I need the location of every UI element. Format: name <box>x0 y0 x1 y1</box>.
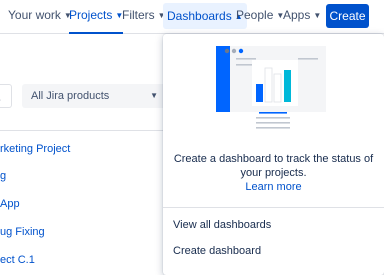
nav-filters-label: Filters <box>122 8 155 22</box>
product-select-value: All Jira products <box>31 90 110 102</box>
nav-apps[interactable]: Apps ▼ <box>283 0 321 33</box>
top-navigation: Your work ▼ Projects ▼ Filters ▼ Dashboards… <box>0 0 384 34</box>
chevron-down-icon: ▼ <box>313 11 322 20</box>
dashboard-illustration-icon <box>216 46 326 129</box>
search-icon <box>0 99 1 101</box>
product-select[interactable]: All Jira products ▼ <box>22 84 166 108</box>
nav-your-work-label: Your work <box>8 8 61 22</box>
project-link[interactable]: rketing Project <box>0 143 70 155</box>
menu-divider <box>163 207 384 208</box>
divider <box>0 130 170 131</box>
create-dashboard-item[interactable]: Create dashboard <box>163 238 384 264</box>
chevron-down-icon: ▼ <box>150 91 158 100</box>
dashboard-illustration <box>216 46 326 142</box>
project-link[interactable]: ect C.1 <box>0 254 35 266</box>
nav-projects[interactable]: Projects ▼ <box>69 0 124 34</box>
view-all-dashboards-item[interactable]: View all dashboards <box>163 212 384 238</box>
nav-people[interactable]: People ▼ <box>236 0 284 33</box>
empty-state-text: Create a dashboard to track the status o… <box>171 152 376 194</box>
nav-filters[interactable]: Filters ▼ <box>122 0 166 33</box>
nav-dashboards-label: Dashboards <box>167 9 232 23</box>
project-link[interactable]: App <box>0 198 20 210</box>
learn-more-link[interactable]: Learn more <box>171 180 376 194</box>
nav-apps-label: Apps <box>283 8 311 22</box>
project-link[interactable]: ug Fixing <box>0 226 45 238</box>
project-link[interactable]: g <box>0 170 6 182</box>
nav-dashboards[interactable]: Dashboards ▲ <box>163 3 247 29</box>
dashboards-dropdown: Create a dashboard to track the status o… <box>163 34 384 275</box>
empty-state-line-1: Create a dashboard to track the status o… <box>173 153 374 165</box>
nav-projects-label: Projects <box>69 8 113 22</box>
empty-state-line-2: your projects. <box>240 167 307 179</box>
nav-people-label: People <box>236 8 274 22</box>
create-button[interactable]: Create <box>326 4 369 28</box>
nav-your-work[interactable]: Your work ▼ <box>8 0 72 33</box>
search-input[interactable] <box>0 84 12 108</box>
